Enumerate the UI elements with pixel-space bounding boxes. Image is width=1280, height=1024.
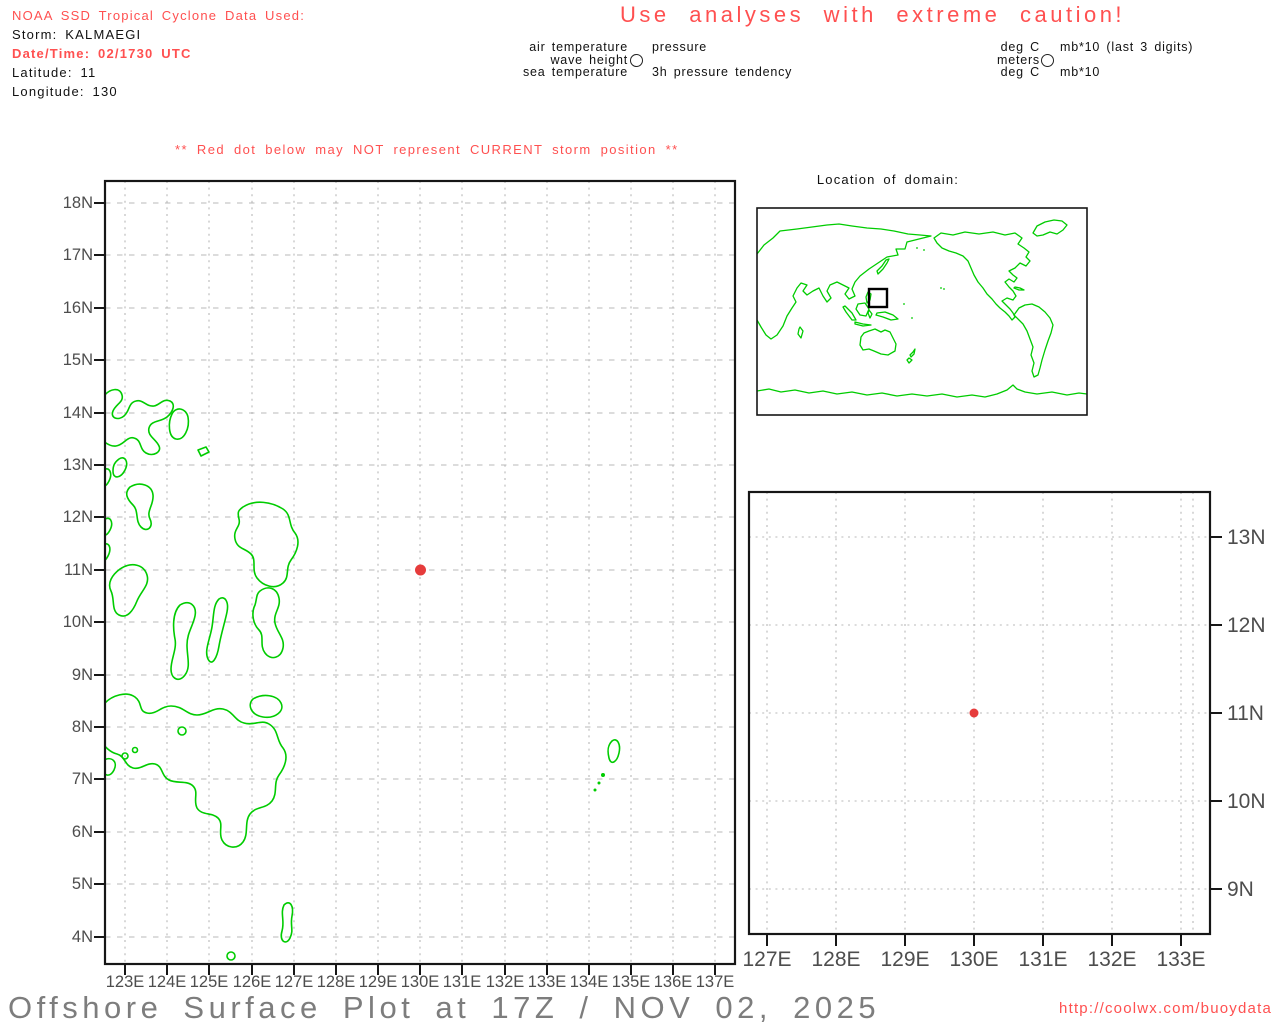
main-map: 123E 124E 125E 126E 127E 128E 129E 130E …	[63, 181, 735, 991]
y-tick-label: 17N	[63, 246, 93, 264]
x-tick-label: 123E	[106, 973, 145, 991]
x-tick-label: 126E	[233, 973, 272, 991]
x-tick-label: 136E	[654, 973, 693, 991]
y-tick-label: 10N	[63, 613, 93, 631]
y-tick-label: 4N	[72, 928, 93, 946]
x-tick-label: 125E	[190, 973, 229, 991]
x-tick-label: 129E	[359, 973, 398, 991]
y-tick-label: 7N	[72, 770, 93, 788]
zoom-plot-bottom-ticks	[767, 934, 1181, 946]
storm-dot-main	[415, 565, 426, 576]
plots-canvas: 123E 124E 125E 126E 127E 128E 129E 130E …	[0, 0, 1280, 1024]
x-tick-label: 134E	[570, 973, 609, 991]
x-tick-label: 133E	[1156, 948, 1205, 971]
x-tick-label: 130E	[401, 973, 440, 991]
y-tick-label: 12N	[1227, 614, 1266, 637]
x-tick-label: 128E	[811, 948, 860, 971]
main-map-left-ticks	[94, 203, 105, 937]
y-tick-label: 5N	[72, 875, 93, 893]
source-url: http://coolwx.com/buoydata	[1059, 1000, 1272, 1017]
y-tick-label: 9N	[72, 666, 93, 684]
x-tick-label: 128E	[317, 973, 356, 991]
x-tick-label: 130E	[949, 948, 998, 971]
x-tick-label: 129E	[880, 948, 929, 971]
domain-rectangle	[869, 289, 887, 307]
x-tick-label: 127E	[275, 973, 314, 991]
y-tick-label: 11N	[64, 561, 93, 579]
x-tick-label: 135E	[612, 973, 651, 991]
x-tick-label: 132E	[1087, 948, 1136, 971]
y-tick-label: 11N	[1227, 702, 1264, 725]
y-tick-label: 18N	[63, 194, 93, 212]
y-tick-label: 10N	[1227, 790, 1266, 813]
x-tick-label: 133E	[528, 973, 567, 991]
x-tick-label: 131E	[1018, 948, 1067, 971]
x-tick-label: 137E	[696, 973, 735, 991]
y-tick-label: 12N	[63, 508, 93, 526]
world-map-frame	[757, 208, 1087, 415]
y-tick-label: 8N	[72, 718, 93, 736]
y-tick-label: 13N	[1227, 526, 1266, 549]
x-tick-label: 127E	[742, 948, 791, 971]
world-inset-map	[757, 208, 1087, 415]
zoom-plot-right-ticks	[1210, 537, 1222, 889]
zoom-plot-frame	[749, 492, 1210, 934]
x-tick-label: 131E	[443, 973, 482, 991]
x-tick-label: 132E	[486, 973, 525, 991]
y-tick-label: 15N	[63, 351, 93, 369]
zoom-plot-horizontal-gridlines	[749, 537, 1210, 889]
zoom-plot: 127E 128E 129E 130E 131E 132E 133E 13N 1…	[742, 492, 1265, 971]
world-map-canvas	[757, 220, 1087, 397]
buoy-plot-page: NOAA SSD Tropical Cyclone Data Used: Sto…	[0, 0, 1280, 1024]
y-tick-label: 14N	[63, 404, 93, 422]
y-tick-label: 6N	[72, 823, 93, 841]
storm-dot-zoom	[970, 709, 979, 718]
x-tick-label: 124E	[148, 973, 187, 991]
y-tick-label: 9N	[1227, 878, 1254, 901]
plot-title: Offshore Surface Plot at 17Z / NOV 02, 2…	[8, 990, 880, 1024]
y-tick-label: 16N	[63, 299, 93, 317]
y-tick-label: 13N	[63, 456, 93, 474]
